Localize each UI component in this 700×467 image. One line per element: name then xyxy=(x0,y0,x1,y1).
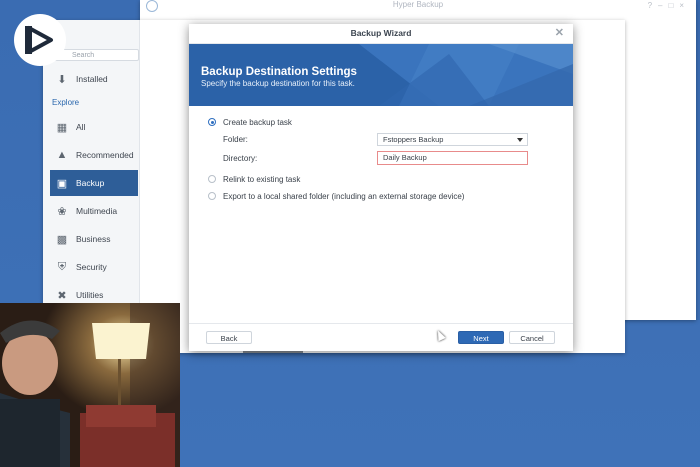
explore-section-heading: Explore xyxy=(52,98,80,107)
export-shared-folder-label: Export to a local shared folder (includi… xyxy=(223,192,465,201)
sidebar-item-all[interactable]: ▦ All xyxy=(50,114,138,140)
sidebar-item-business[interactable]: ▩ Business xyxy=(50,226,138,252)
next-button[interactable]: Next xyxy=(458,331,504,344)
directory-input[interactable]: Daily Backup xyxy=(377,151,528,165)
sidebar-item-backup[interactable]: ▣ Backup xyxy=(50,170,138,196)
backup-icon: ▣ xyxy=(56,177,68,190)
window-controls[interactable]: ?–□× xyxy=(648,1,690,10)
close-icon[interactable]: ✕ xyxy=(555,24,564,43)
play-logo-icon xyxy=(25,26,53,54)
thumbs-up-icon: ▲ xyxy=(56,149,68,161)
folder-select[interactable]: Fstoppers Backup xyxy=(377,133,528,146)
cancel-button[interactable]: Cancel xyxy=(509,331,555,344)
channel-logo xyxy=(14,14,66,66)
sidebar-item-security[interactable]: ⛨ Security xyxy=(50,254,138,280)
create-backup-label: Create backup task xyxy=(223,118,292,127)
wizard-heading: Backup Destination Settings xyxy=(201,66,357,78)
search-input[interactable]: Search xyxy=(51,49,139,61)
briefcase-icon: ▩ xyxy=(56,233,68,246)
directory-label: Directory: xyxy=(223,154,258,163)
presenter-video xyxy=(0,303,180,467)
sidebar-item-multimedia[interactable]: ❀ Multimedia xyxy=(50,198,138,224)
wizard-subheading: Specify the backup destination for this … xyxy=(201,79,355,88)
sidebar-item-installed[interactable]: ⬇ Installed xyxy=(50,66,138,92)
webcam-overlay xyxy=(0,303,180,467)
export-shared-folder-radio[interactable] xyxy=(208,192,216,200)
grid-icon: ▦ xyxy=(56,121,68,134)
sidebar-item-recommended[interactable]: ▲ Recommended xyxy=(50,142,138,168)
relink-task-label: Relink to existing task xyxy=(223,175,301,184)
shield-icon: ⛨ xyxy=(57,260,67,273)
backup-wizard-dialog: Backup Wizard ✕ Backup Destination Setti… xyxy=(189,24,573,351)
film-reel-icon: ❀ xyxy=(57,205,67,218)
wizard-footer: Back Next Cancel xyxy=(189,323,573,351)
folder-label: Folder: xyxy=(223,135,248,144)
relink-task-radio[interactable] xyxy=(208,175,216,183)
chevron-down-icon xyxy=(517,138,523,142)
back-button[interactable]: Back xyxy=(206,331,252,344)
download-icon: ⬇ xyxy=(57,73,67,86)
wrench-icon: ✖ xyxy=(57,289,67,302)
wizard-title: Backup Wizard ✕ xyxy=(189,24,573,44)
hyper-backup-title: Hyper Backup xyxy=(392,0,444,9)
create-backup-radio[interactable] xyxy=(208,118,216,126)
